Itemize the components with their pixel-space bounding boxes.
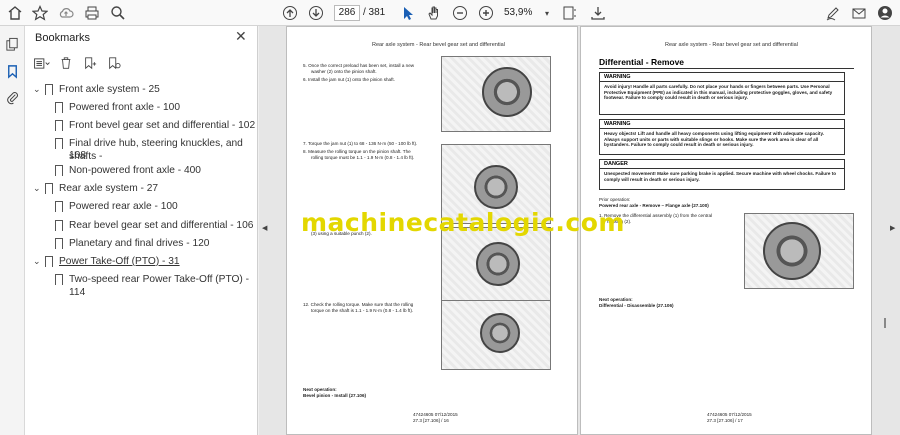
bookmark-icon [55, 274, 63, 285]
select-cursor-icon[interactable] [399, 4, 417, 22]
bookmark-item-continued[interactable]: 108 [69, 149, 86, 162]
hand-tool-icon[interactable] [425, 4, 443, 22]
bookmark-item[interactable]: Rear axle system - 27 [45, 182, 158, 195]
figure-image [744, 213, 854, 289]
scroll-thumb[interactable] [884, 318, 886, 328]
bookmark-item[interactable]: Non-powered front axle - 400 [55, 164, 201, 177]
figure-image [441, 56, 551, 132]
close-icon[interactable]: ✕ [235, 28, 247, 45]
page-total: / 381 [363, 7, 386, 18]
fit-page-icon[interactable] [560, 4, 578, 22]
page-number-input[interactable]: 286 [334, 5, 360, 21]
pages-thumbnail-icon[interactable] [4, 36, 21, 53]
bookmark-item[interactable]: Front axle system - 25 [45, 83, 160, 96]
attachment-icon[interactable] [4, 89, 21, 106]
bookmark-icon [55, 165, 63, 176]
zoom-out-icon[interactable] [451, 4, 469, 22]
figure-image [441, 227, 551, 303]
step-text: 6. Install the jam nut (1) onto the pini… [303, 77, 395, 82]
bookmark-item-selected[interactable]: Power Take-Off (PTO) - 31 [45, 255, 180, 268]
print-icon[interactable] [83, 4, 101, 22]
bookmark-icon [55, 102, 63, 113]
bookmark-icon [45, 84, 53, 95]
bookmark-icon [45, 183, 53, 194]
danger-heading: DANGER [600, 160, 844, 169]
warning-heading: WARNING [600, 120, 844, 129]
options-menu-icon[interactable] [33, 55, 51, 71]
collapse-panel-arrow-icon[interactable]: ◀ [262, 224, 267, 232]
chevron-down-icon[interactable]: ⌄ [33, 183, 41, 194]
bookmark-icon [45, 256, 53, 267]
home-icon[interactable] [6, 4, 24, 22]
email-icon[interactable] [850, 4, 868, 22]
page-footer: 27.3 [27.106] / 16 [413, 418, 449, 423]
bookmark-item[interactable]: Powered rear axle - 100 [55, 200, 178, 213]
bookmark-item[interactable]: Rear bevel gear set and differential - 1… [55, 219, 253, 232]
step-text: 7. Torque the jam nut (1) to 68 - 136 N·… [303, 141, 418, 146]
page-header: Rear axle system - Rear bevel gear set a… [372, 42, 505, 48]
danger-text: Unexpected movement! Make sure parking b… [604, 171, 837, 182]
watermark-text: machinecatalogic.com [301, 208, 625, 237]
tag-bookmark-icon[interactable] [105, 55, 123, 71]
account-icon[interactable] [876, 4, 894, 22]
page-footer: 27.3 [27.106] / 17 [707, 418, 743, 423]
bookmark-tools [33, 54, 123, 72]
step-text: rolling torque must be 1.1 - 1.9 N·m (0.… [311, 155, 415, 160]
warning-text: Avoid injury! Handle all parts carefully… [604, 84, 833, 100]
bookmark-item[interactable]: Powered front axle - 100 [55, 101, 180, 114]
new-bookmark-icon[interactable] [81, 55, 99, 71]
next-page-icon[interactable] [307, 4, 325, 22]
bookmark-item[interactable]: Front bevel gear set and differential - … [55, 119, 255, 132]
chevron-down-icon[interactable]: ▾ [538, 4, 556, 22]
bookmark-icon [55, 201, 63, 212]
warning-text: Heavy objects! Lift and handle all heavy… [604, 131, 824, 147]
panel-title: Bookmarks [35, 32, 91, 44]
page-header: Rear axle system - Rear bevel gear set a… [665, 42, 798, 48]
warning-heading: WARNING [600, 73, 844, 82]
bookmark-item[interactable]: Final drive hub, steering knuckles, and … [55, 137, 257, 163]
bookmark-icon [55, 120, 63, 131]
cloud-upload-icon[interactable] [57, 4, 75, 22]
next-operation-link[interactable]: Bevel pinion - Install (27.106) [303, 393, 366, 399]
prev-page-icon[interactable] [281, 4, 299, 22]
bookmark-icon [55, 238, 63, 249]
chevron-down-icon[interactable]: ⌄ [33, 84, 41, 95]
search-icon[interactable] [109, 4, 127, 22]
figure-image [441, 300, 551, 370]
warning-box: WARNING Heavy objects! Lift and handle a… [599, 119, 845, 155]
zoom-in-icon[interactable] [477, 4, 495, 22]
bookmark-icon [55, 220, 63, 231]
step-text: torque on the shaft is 1.1 - 1.9 N·m (0.… [311, 308, 414, 313]
left-rail [0, 26, 25, 435]
bookmark-item[interactable]: Planetary and final drives - 120 [55, 237, 209, 250]
sign-pen-icon[interactable] [824, 4, 842, 22]
bookmarks-panel: Bookmarks ✕ ⌄ Front axle system - 25 Pow… [25, 26, 258, 435]
toolbar: 286 / 381 53,9% ▾ [0, 0, 900, 26]
section-title: Differential - Remove [599, 57, 854, 69]
save-download-icon[interactable] [589, 4, 607, 22]
step-text: washer (2) onto the pinion shaft. [311, 69, 377, 74]
bookmark-icon[interactable] [4, 63, 21, 80]
star-icon[interactable] [31, 4, 49, 22]
chevron-down-icon[interactable]: ⌄ [33, 256, 41, 267]
bookmark-icon [55, 138, 63, 149]
vertical-scrollbar[interactable] [880, 26, 900, 435]
delete-bookmark-icon[interactable] [57, 55, 75, 71]
bookmark-item[interactable]: Two-speed rear Power Take-Off (PTO) - 11… [55, 273, 257, 299]
danger-box: DANGER Unexpected movement! Make sure pa… [599, 159, 845, 190]
warning-box: WARNING Avoid injury! Handle all parts c… [599, 72, 845, 115]
next-operation-link[interactable]: Differential - Disassemble (27.106) [599, 303, 674, 309]
